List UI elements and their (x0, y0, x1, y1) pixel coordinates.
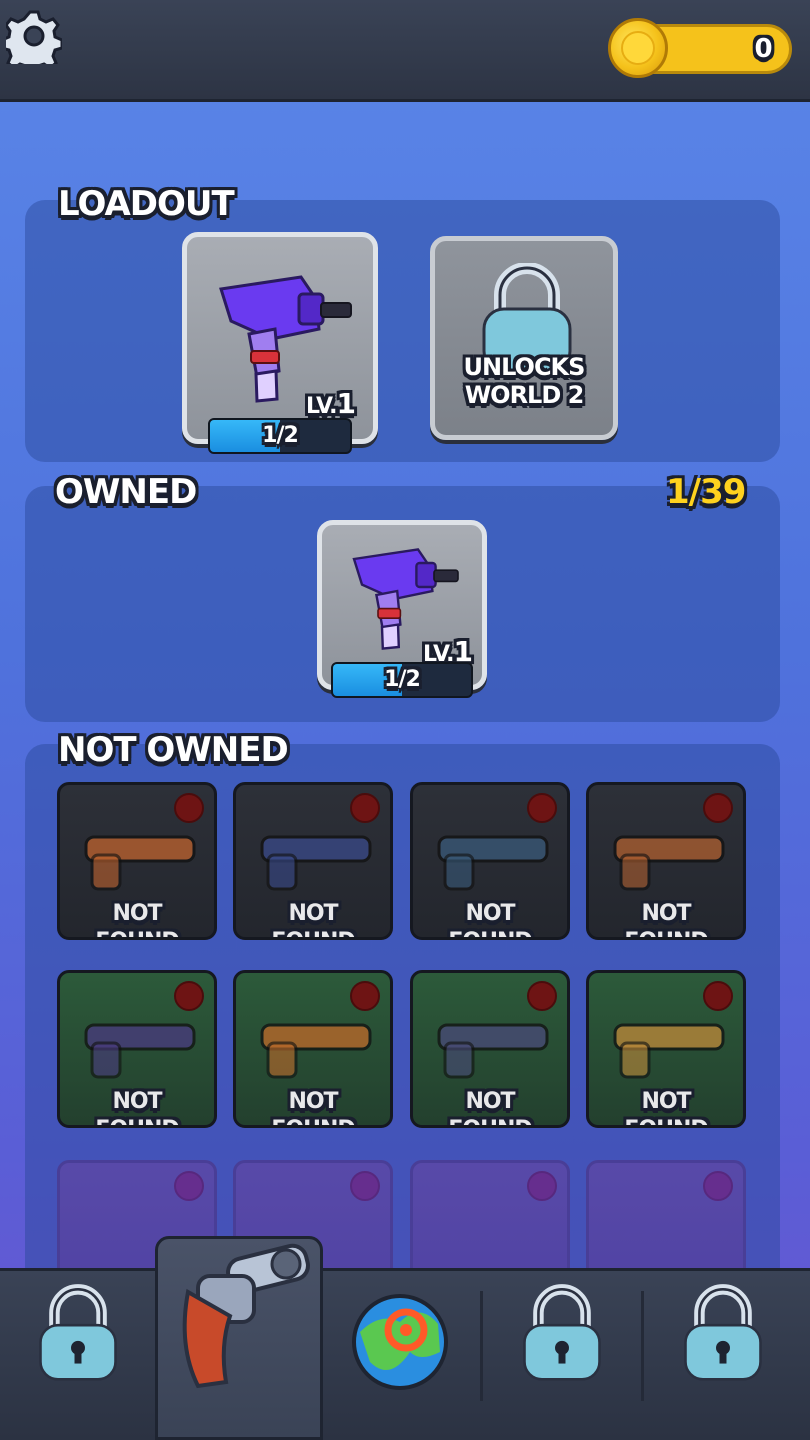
not-found-label: NOTFOUND (271, 901, 355, 937)
not-found-label: NOTFOUND (448, 901, 532, 937)
loadout-slot-2-locked[interactable]: UNLOCKS WORLD 2 (430, 236, 618, 440)
not-found-label: NOTFOUND (271, 1089, 355, 1125)
nav-tab-locked-1[interactable] (30, 1278, 126, 1440)
coin-count: 0 (754, 34, 772, 64)
owned-title: OWNED (55, 472, 197, 512)
loadout-level: LV.1 (305, 387, 356, 420)
coin-icon (608, 18, 668, 78)
grenade-icon (437, 835, 549, 891)
padlock-icon (39, 1284, 117, 1381)
not-found-label: NOTFOUND (95, 901, 179, 937)
not-owned-tile[interactable]: NOTFOUND (410, 970, 570, 1128)
padlock-icon (523, 1284, 601, 1381)
not-owned-tile[interactable]: NOTFOUND (586, 782, 746, 940)
not-owned-title: NOT OWNED (58, 730, 289, 770)
not-owned-tile[interactable]: NOTFOUND (410, 782, 570, 940)
gear-icon[interactable] (0, 8, 64, 75)
assault-rifle-icon (613, 1023, 725, 1079)
not-owned-tile[interactable]: NOTFOUND (57, 970, 217, 1128)
not-owned-tile[interactable]: NOTFOUND (233, 970, 393, 1128)
not-owned-tile[interactable]: NOTFOUND (586, 970, 746, 1128)
padlock-icon (684, 1284, 762, 1381)
owned-progress-bar: 1/2 (331, 662, 473, 698)
not-found-label: NOTFOUND (624, 1089, 708, 1125)
not-owned-tile[interactable]: NOTFOUND (233, 782, 393, 940)
owned-count: 1/39 (666, 472, 746, 512)
shotgun-icon (84, 1023, 196, 1079)
loadout-title: LOADOUT (58, 184, 235, 224)
world-map-tab-icon[interactable] (350, 1292, 450, 1440)
loadout-progress-bar: 1/2 (208, 418, 352, 454)
loadout-panel (25, 200, 780, 462)
revolver-tab-icon[interactable] (168, 1236, 318, 1408)
loadout-slot-1[interactable]: LV.1 (182, 232, 378, 444)
not-found-label: NOTFOUND (448, 1089, 532, 1125)
not-found-label: NOTFOUND (95, 1089, 179, 1125)
nav-tab-locked-3[interactable] (675, 1278, 771, 1440)
revolver-icon (260, 835, 372, 891)
cleaver-icon (84, 835, 196, 891)
magnum-icon (437, 1023, 549, 1079)
not-found-label: NOTFOUND (624, 901, 708, 937)
not-owned-tile[interactable]: NOTFOUND (57, 782, 217, 940)
rifle-icon (613, 835, 725, 891)
unlock-requirement: UNLOCKS WORLD 2 (463, 353, 586, 409)
nav-tab-locked-2[interactable] (514, 1278, 610, 1440)
pistol-icon (260, 1023, 372, 1079)
